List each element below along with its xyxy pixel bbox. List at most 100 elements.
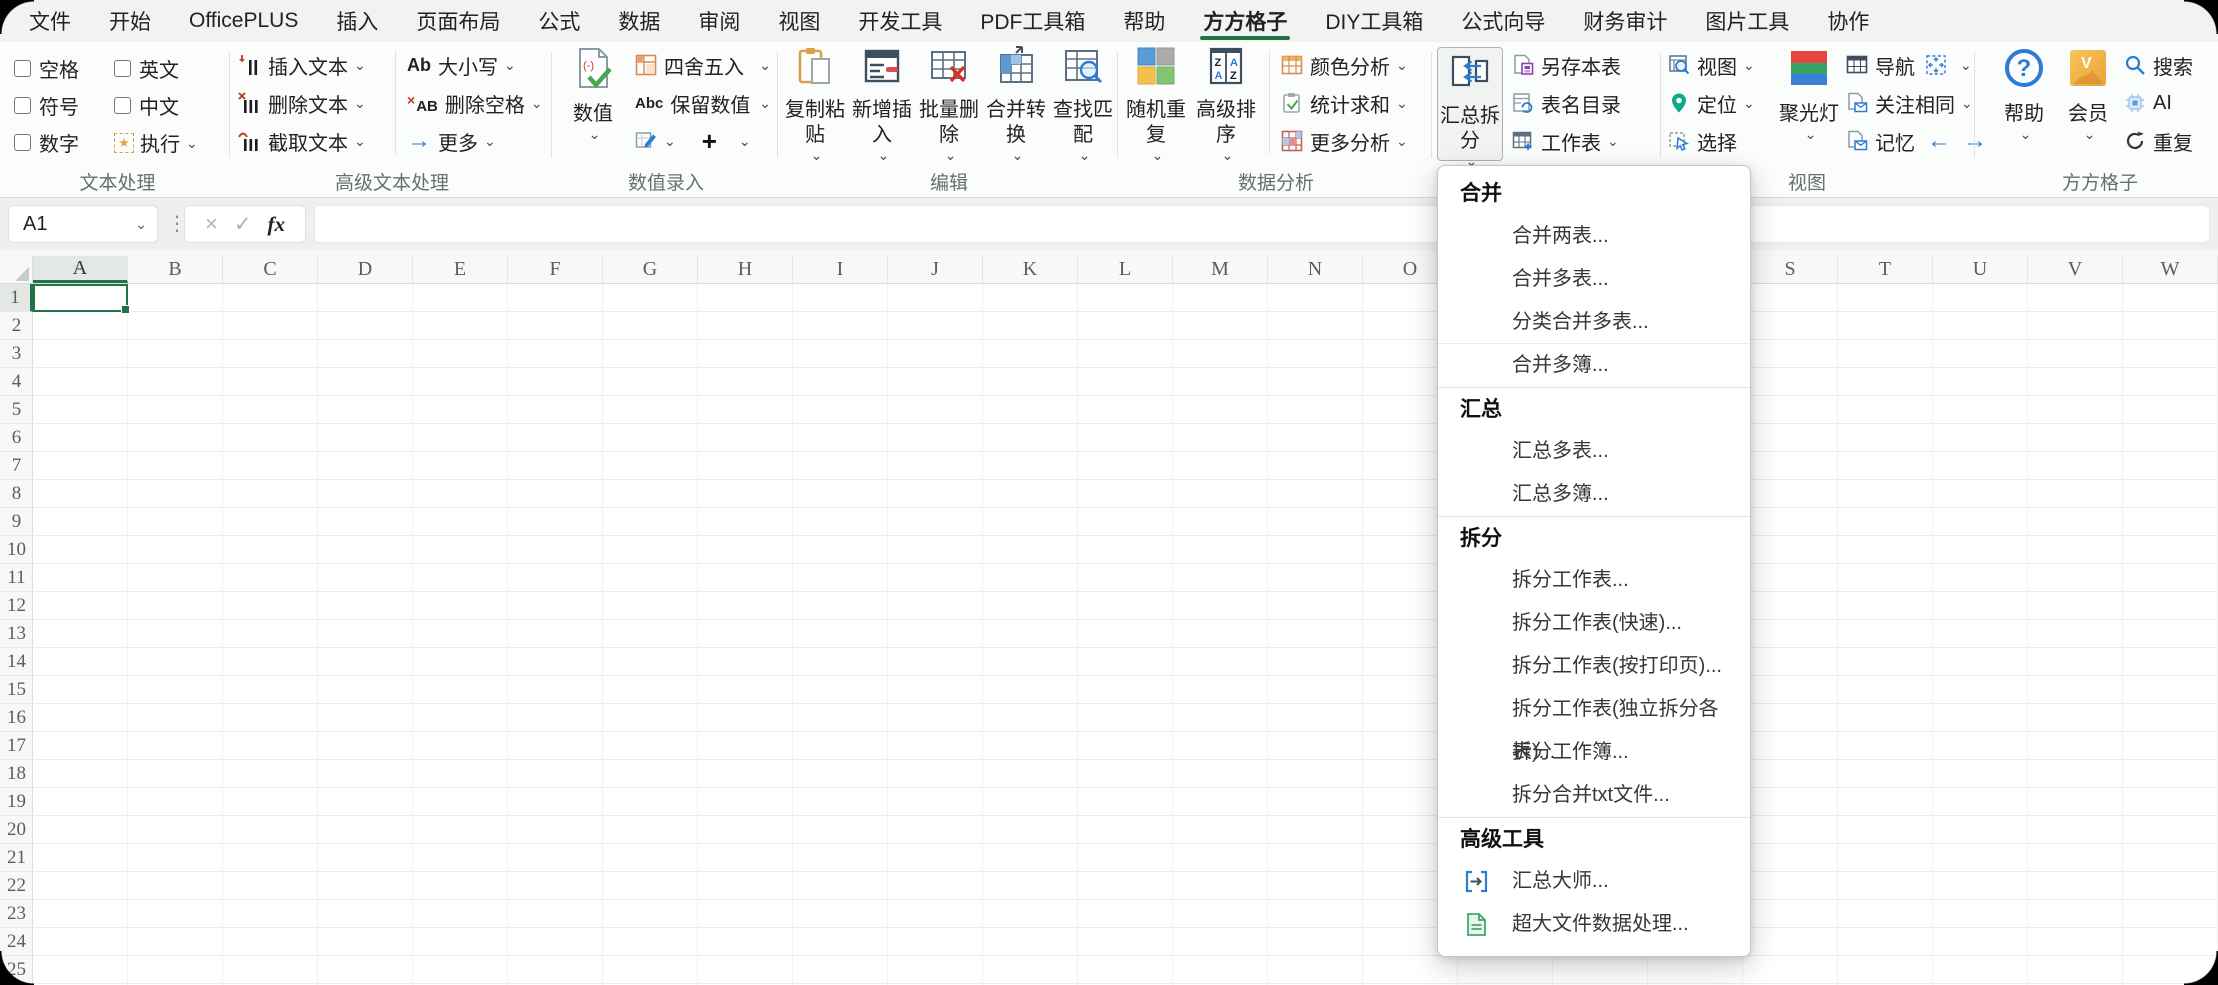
select-button[interactable]: 选择 (1668, 122, 1755, 160)
column-header-D[interactable]: D (318, 256, 413, 283)
view-button[interactable]: 视图⌄ (1668, 46, 1755, 84)
menu-tab[interactable]: 帮助 (1104, 0, 1184, 42)
cancel-icon[interactable]: × (205, 211, 218, 237)
checkbox-icon[interactable] (14, 97, 31, 114)
column-header-T[interactable]: T (1838, 256, 1933, 283)
row-header-8[interactable]: 8 (0, 480, 33, 508)
column-header-C[interactable]: C (223, 256, 318, 283)
column-header-W[interactable]: W (2123, 256, 2218, 283)
remove-space-button[interactable]: ×AB删除空格⌄ (407, 84, 543, 122)
repeat-button[interactable]: 重复 (2124, 122, 2193, 160)
row-header-10[interactable]: 10 (0, 536, 33, 564)
checkbox-symbol[interactable]: 符号 (14, 87, 114, 124)
name-box[interactable]: A1⌄ (8, 205, 158, 243)
dropdown-menu-item[interactable]: 分类合并多表... (1438, 301, 1750, 344)
menu-tab[interactable]: 财务审计 (1564, 0, 1686, 42)
spotlight-button[interactable]: 聚光灯⌄ (1778, 46, 1840, 141)
dropdown-menu-item[interactable]: 拆分合并txt文件... (1438, 774, 1750, 817)
numeric-value-button[interactable]: (-) 数值 ⌄ (561, 46, 625, 141)
stat-sum-button[interactable]: 统计求和⌄ (1281, 84, 1408, 122)
batch-delete-button[interactable]: 批量删除⌄ (917, 46, 981, 162)
row-header-19[interactable]: 19 (0, 788, 33, 816)
help-button[interactable]: ? 帮助⌄ (1994, 46, 2054, 141)
fx-icon[interactable]: fx (267, 212, 285, 237)
dropdown-menu-item[interactable]: 合并多表... (1438, 258, 1750, 301)
menu-tab[interactable]: 方方格子 (1184, 0, 1306, 42)
row-header-3[interactable]: 3 (0, 340, 33, 368)
case-button[interactable]: Ab大小写⌄ (407, 46, 543, 84)
chevron-down-icon[interactable]: ⌄ (135, 216, 147, 233)
menu-tab[interactable]: OfficePLUS (170, 0, 317, 42)
copy-paste-button[interactable]: 复制粘贴⌄ (783, 46, 847, 162)
row-header-14[interactable]: 14 (0, 648, 33, 676)
row-header-11[interactable]: 11 (0, 564, 33, 592)
adv-sort-button[interactable]: ZAAZ 高级排序⌄ (1193, 46, 1259, 162)
row-header-23[interactable]: 23 (0, 900, 33, 928)
insert-text-button[interactable]: 插入文本⌄ (237, 46, 366, 84)
row-header-7[interactable]: 7 (0, 452, 33, 480)
checkbox-icon[interactable] (14, 60, 31, 77)
more-button[interactable]: →更多⌄ (407, 122, 543, 160)
row-header-22[interactable]: 22 (0, 872, 33, 900)
checkbox-chinese[interactable]: 中文 (114, 87, 226, 124)
menu-tab[interactable]: 开发工具 (839, 0, 961, 42)
row-header-13[interactable]: 13 (0, 620, 33, 648)
save-as-sheet-button[interactable]: 另存本表 (1512, 46, 1621, 84)
doc-mail-icon[interactable] (1846, 130, 1868, 152)
formula-input[interactable] (314, 205, 2210, 243)
column-header-S[interactable]: S (1743, 256, 1838, 283)
expand-selection-icon[interactable] (1925, 54, 1947, 76)
row-header-4[interactable]: 4 (0, 368, 33, 396)
column-header-V[interactable]: V (2028, 256, 2123, 283)
dropdown-menu-item[interactable]: 拆分工作簿... (1438, 731, 1750, 774)
extract-text-button[interactable]: 截取文本⌄ (237, 122, 366, 160)
row-header-18[interactable]: 18 (0, 760, 33, 788)
selected-cell-a1[interactable] (33, 284, 128, 312)
checkbox-number[interactable]: 数字 (14, 124, 114, 161)
row-header-15[interactable]: 15 (0, 676, 33, 704)
column-header-E[interactable]: E (413, 256, 508, 283)
chevron-down-icon[interactable]: ⌄ (1960, 58, 1972, 72)
menu-tab[interactable]: 审阅 (679, 0, 759, 42)
merge-convert-button[interactable]: 合并转换⌄ (984, 46, 1048, 162)
dropdown-menu-item[interactable]: 汇总多表... (1438, 430, 1750, 473)
dropdown-menu-item[interactable]: 汇总大师... (1438, 860, 1750, 903)
execute-button[interactable]: ★执行⌄ (114, 124, 226, 161)
follow-same-button[interactable]: 关注相同⌄ (1846, 84, 1970, 122)
menu-tab[interactable]: 图片工具 (1686, 0, 1808, 42)
button-label[interactable]: 导航 (1875, 51, 1915, 80)
column-header-L[interactable]: L (1078, 256, 1173, 283)
column-header-F[interactable]: F (508, 256, 603, 283)
column-header-J[interactable]: J (888, 256, 983, 283)
insert-new-button[interactable]: 新增插入⌄ (850, 46, 914, 162)
row-header-6[interactable]: 6 (0, 424, 33, 452)
dropdown-menu-item[interactable]: 拆分工作表(快速)... (1438, 602, 1750, 645)
column-header-I[interactable]: I (793, 256, 888, 283)
column-header-A[interactable]: A (33, 256, 128, 283)
column-header-N[interactable]: N (1268, 256, 1363, 283)
row-header-16[interactable]: 16 (0, 704, 33, 732)
more-analysis-button[interactable]: 更多分析⌄ (1281, 122, 1408, 160)
checkbox-icon[interactable] (114, 60, 131, 77)
column-header-K[interactable]: K (983, 256, 1078, 283)
row-header-21[interactable]: 21 (0, 844, 33, 872)
menu-tab[interactable]: 插入 (317, 0, 397, 42)
worksheet-button[interactable]: 工作表⌄ (1512, 122, 1621, 160)
menu-tab[interactable]: 公式 (519, 0, 599, 42)
dropdown-menu-item[interactable]: 超大文件数据处理... (1438, 903, 1750, 946)
button-label[interactable]: 记忆 (1875, 127, 1915, 156)
menu-tab[interactable]: DIY工具箱 (1306, 0, 1442, 42)
column-header-U[interactable]: U (1933, 256, 2028, 283)
row-header-1[interactable]: 1 (0, 284, 33, 312)
menu-tab[interactable]: PDF工具箱 (961, 0, 1104, 42)
random-repeat-button[interactable]: 随机重复⌄ (1123, 46, 1189, 162)
checkbox-space[interactable]: 空格 (14, 50, 114, 87)
color-analysis-button[interactable]: 颜色分析⌄ (1281, 46, 1408, 84)
row-header-5[interactable]: 5 (0, 396, 33, 424)
delete-text-button[interactable]: 删除文本⌄ (237, 84, 366, 122)
menu-tab[interactable]: 开始 (90, 0, 170, 42)
checkbox-icon[interactable] (114, 97, 131, 114)
dropdown-menu-item[interactable]: 拆分工作表(按打印页)... (1438, 645, 1750, 688)
confirm-icon[interactable]: ✓ (234, 212, 252, 237)
checkbox-english[interactable]: 英文 (114, 50, 226, 87)
